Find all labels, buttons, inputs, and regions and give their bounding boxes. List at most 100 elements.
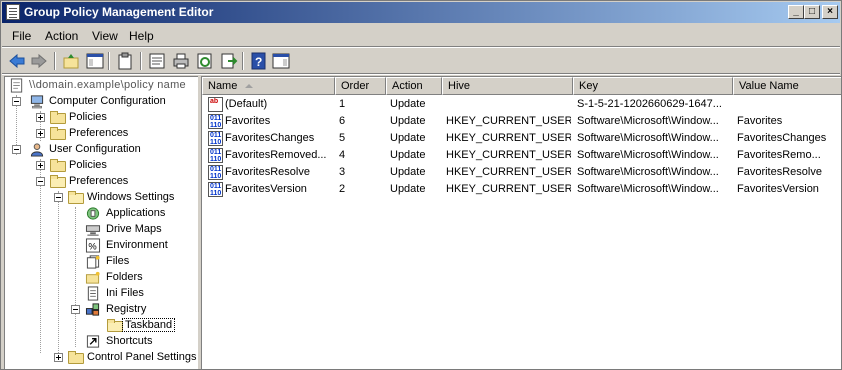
- tree-item-user-configuration[interactable]: User Configuration: [5, 142, 195, 158]
- show-hide-tree-icon[interactable]: [86, 52, 104, 70]
- console-pane-icon[interactable]: [272, 52, 290, 70]
- expand-icon[interactable]: [36, 113, 45, 122]
- expand-icon[interactable]: [36, 161, 45, 170]
- tree-item-shortcuts[interactable]: Shortcuts: [5, 334, 195, 350]
- cell-action: Update: [390, 115, 426, 127]
- folder-open-icon: [68, 191, 84, 204]
- collapse-icon[interactable]: [71, 305, 80, 314]
- column-header-hive[interactable]: Hive: [442, 77, 573, 95]
- tree-item-windows-settings[interactable]: Windows Settings: [5, 190, 195, 206]
- collapse-icon[interactable]: [12, 97, 21, 106]
- menu-help[interactable]: Help: [129, 29, 154, 43]
- tree-item-environment[interactable]: % Environment: [5, 238, 195, 254]
- table-row[interactable]: 011 110 FavoritesVersion 2 Update HKEY_CURREN…: [202, 181, 841, 198]
- cell-hive: HKEY_CURRENT_USER: [446, 149, 571, 161]
- tree-item-applications[interactable]: Applications: [5, 206, 195, 222]
- toolbar-separator: [108, 52, 110, 70]
- tree-item-ini-files[interactable]: Ini Files: [5, 286, 195, 302]
- tree-item-cc-preferences[interactable]: Preferences: [5, 126, 195, 142]
- tree-item-label: Preferences: [69, 127, 129, 139]
- cell-key: S-1-5-21-1202660629-1647...: [577, 98, 722, 110]
- refresh-icon[interactable]: [196, 52, 214, 70]
- print-icon[interactable]: [172, 52, 190, 70]
- column-header-label: Key: [579, 80, 598, 92]
- tree-pane[interactable]: \\domain.example\policy name Computer Co…: [4, 76, 198, 369]
- title-bar[interactable]: Group Policy Management Editor _ □ ×: [2, 2, 840, 23]
- cell-hive: HKEY_CURRENT_USER: [446, 166, 571, 178]
- expand-icon[interactable]: [36, 129, 45, 138]
- app-icon: [6, 4, 20, 20]
- table-row[interactable]: 011 110 FavoritesChanges 5 Update HKEY_CURREN…: [202, 130, 841, 147]
- tree-item-label: Environment: [106, 239, 168, 251]
- tree-item-cc-policies[interactable]: Policies: [5, 110, 195, 126]
- cell-name: FavoritesRemoved...: [225, 149, 327, 161]
- computer-icon: [30, 95, 44, 109]
- expand-icon[interactable]: [54, 353, 63, 362]
- close-button[interactable]: ×: [822, 5, 838, 19]
- tree-item-uc-preferences[interactable]: Preferences: [5, 174, 195, 190]
- tree-item-control-panel-settings[interactable]: Control Panel Settings: [5, 350, 197, 366]
- back-arrow-icon[interactable]: [8, 52, 26, 70]
- cell-order: 1: [339, 98, 346, 110]
- toolbar-separator-line: [2, 73, 840, 75]
- tree-item-taskband[interactable]: Taskband: [5, 318, 195, 334]
- window-title: Group Policy Management Editor: [24, 5, 214, 19]
- collapse-icon[interactable]: [54, 193, 63, 202]
- column-header-key[interactable]: Key: [573, 77, 733, 95]
- folder-icon: [50, 111, 66, 124]
- gpo-document-icon: [10, 78, 23, 93]
- tree-item-label: \\domain.example\policy name: [29, 79, 186, 91]
- column-header-order[interactable]: Order: [335, 77, 386, 95]
- forward-arrow-icon[interactable]: [30, 52, 48, 70]
- minimize-button[interactable]: _: [788, 5, 804, 19]
- tree-item-label-selected: Taskband: [121, 318, 176, 332]
- details-list-view[interactable]: Name Order Action Hive Key Value Name ab…: [201, 76, 841, 369]
- svg-text:%: %: [88, 241, 96, 251]
- table-row[interactable]: 011 110 Favorites 6 Update HKEY_CURRENT_USER S…: [202, 113, 841, 130]
- cell-key: Software\Microsoft\Window...: [577, 149, 719, 161]
- collapse-icon[interactable]: [36, 177, 45, 186]
- tree-item-files[interactable]: Files: [5, 254, 195, 270]
- tree-item-label: Ini Files: [106, 287, 144, 299]
- tree-item-folders[interactable]: Folders: [5, 270, 195, 286]
- cell-order: 3: [339, 166, 346, 178]
- cell-hive: HKEY_CURRENT_USER: [446, 132, 571, 144]
- svg-text:?: ?: [255, 55, 262, 69]
- registry-binary-value-icon: 011 110: [208, 148, 223, 163]
- properties-icon[interactable]: [148, 52, 166, 70]
- tree-item-registry[interactable]: Registry: [5, 302, 195, 318]
- column-header-action[interactable]: Action: [386, 77, 442, 95]
- up-folder-icon[interactable]: [62, 52, 80, 70]
- tree-item-root[interactable]: \\domain.example\policy name: [7, 78, 197, 94]
- tree-item-label: Shortcuts: [106, 335, 153, 347]
- cell-name: FavoritesChanges: [225, 132, 315, 144]
- export-list-icon[interactable]: [220, 52, 238, 70]
- cell-value-name: FavoritesRemo...: [737, 149, 821, 161]
- shortcuts-icon: [86, 335, 100, 348]
- tree-item-computer-configuration[interactable]: Computer Configuration: [5, 94, 195, 110]
- tree-item-label: Control Panel Settings: [87, 351, 197, 363]
- collapse-icon[interactable]: [12, 145, 21, 154]
- table-row[interactable]: 011 110 FavoritesResolve 3 Update HKEY_CURREN…: [202, 164, 841, 181]
- gpme-window: Group Policy Management Editor _ □ × Fil…: [0, 0, 842, 370]
- column-header-value-name[interactable]: Value Name: [733, 77, 841, 95]
- tree-item-label: Preferences: [69, 175, 129, 187]
- tree-item-uc-policies[interactable]: Policies: [5, 158, 195, 174]
- column-header-name[interactable]: Name: [202, 77, 335, 95]
- registry-binary-value-icon: 011 110: [208, 114, 223, 129]
- menu-file[interactable]: File: [12, 29, 31, 43]
- cell-key: Software\Microsoft\Window...: [577, 132, 719, 144]
- maximize-button[interactable]: □: [804, 5, 820, 19]
- table-row[interactable]: ab (Default) 1 Update S-1-5-21-1202660629-16…: [202, 96, 841, 113]
- menu-action[interactable]: Action: [45, 29, 78, 43]
- cell-hive: HKEY_CURRENT_USER: [446, 183, 571, 195]
- clipboard-icon[interactable]: [116, 52, 134, 70]
- environment-icon: %: [85, 238, 101, 253]
- menu-view[interactable]: View: [92, 29, 118, 43]
- tree-item-label: Applications: [106, 207, 166, 219]
- registry-string-value-icon: ab: [208, 97, 223, 112]
- tree-item-drive-maps[interactable]: Drive Maps: [5, 222, 195, 238]
- help-icon[interactable]: ?: [250, 52, 268, 70]
- cell-action: Update: [390, 166, 426, 178]
- table-row[interactable]: 011 110 FavoritesRemoved... 4 Update HKEY_CUR…: [202, 147, 841, 164]
